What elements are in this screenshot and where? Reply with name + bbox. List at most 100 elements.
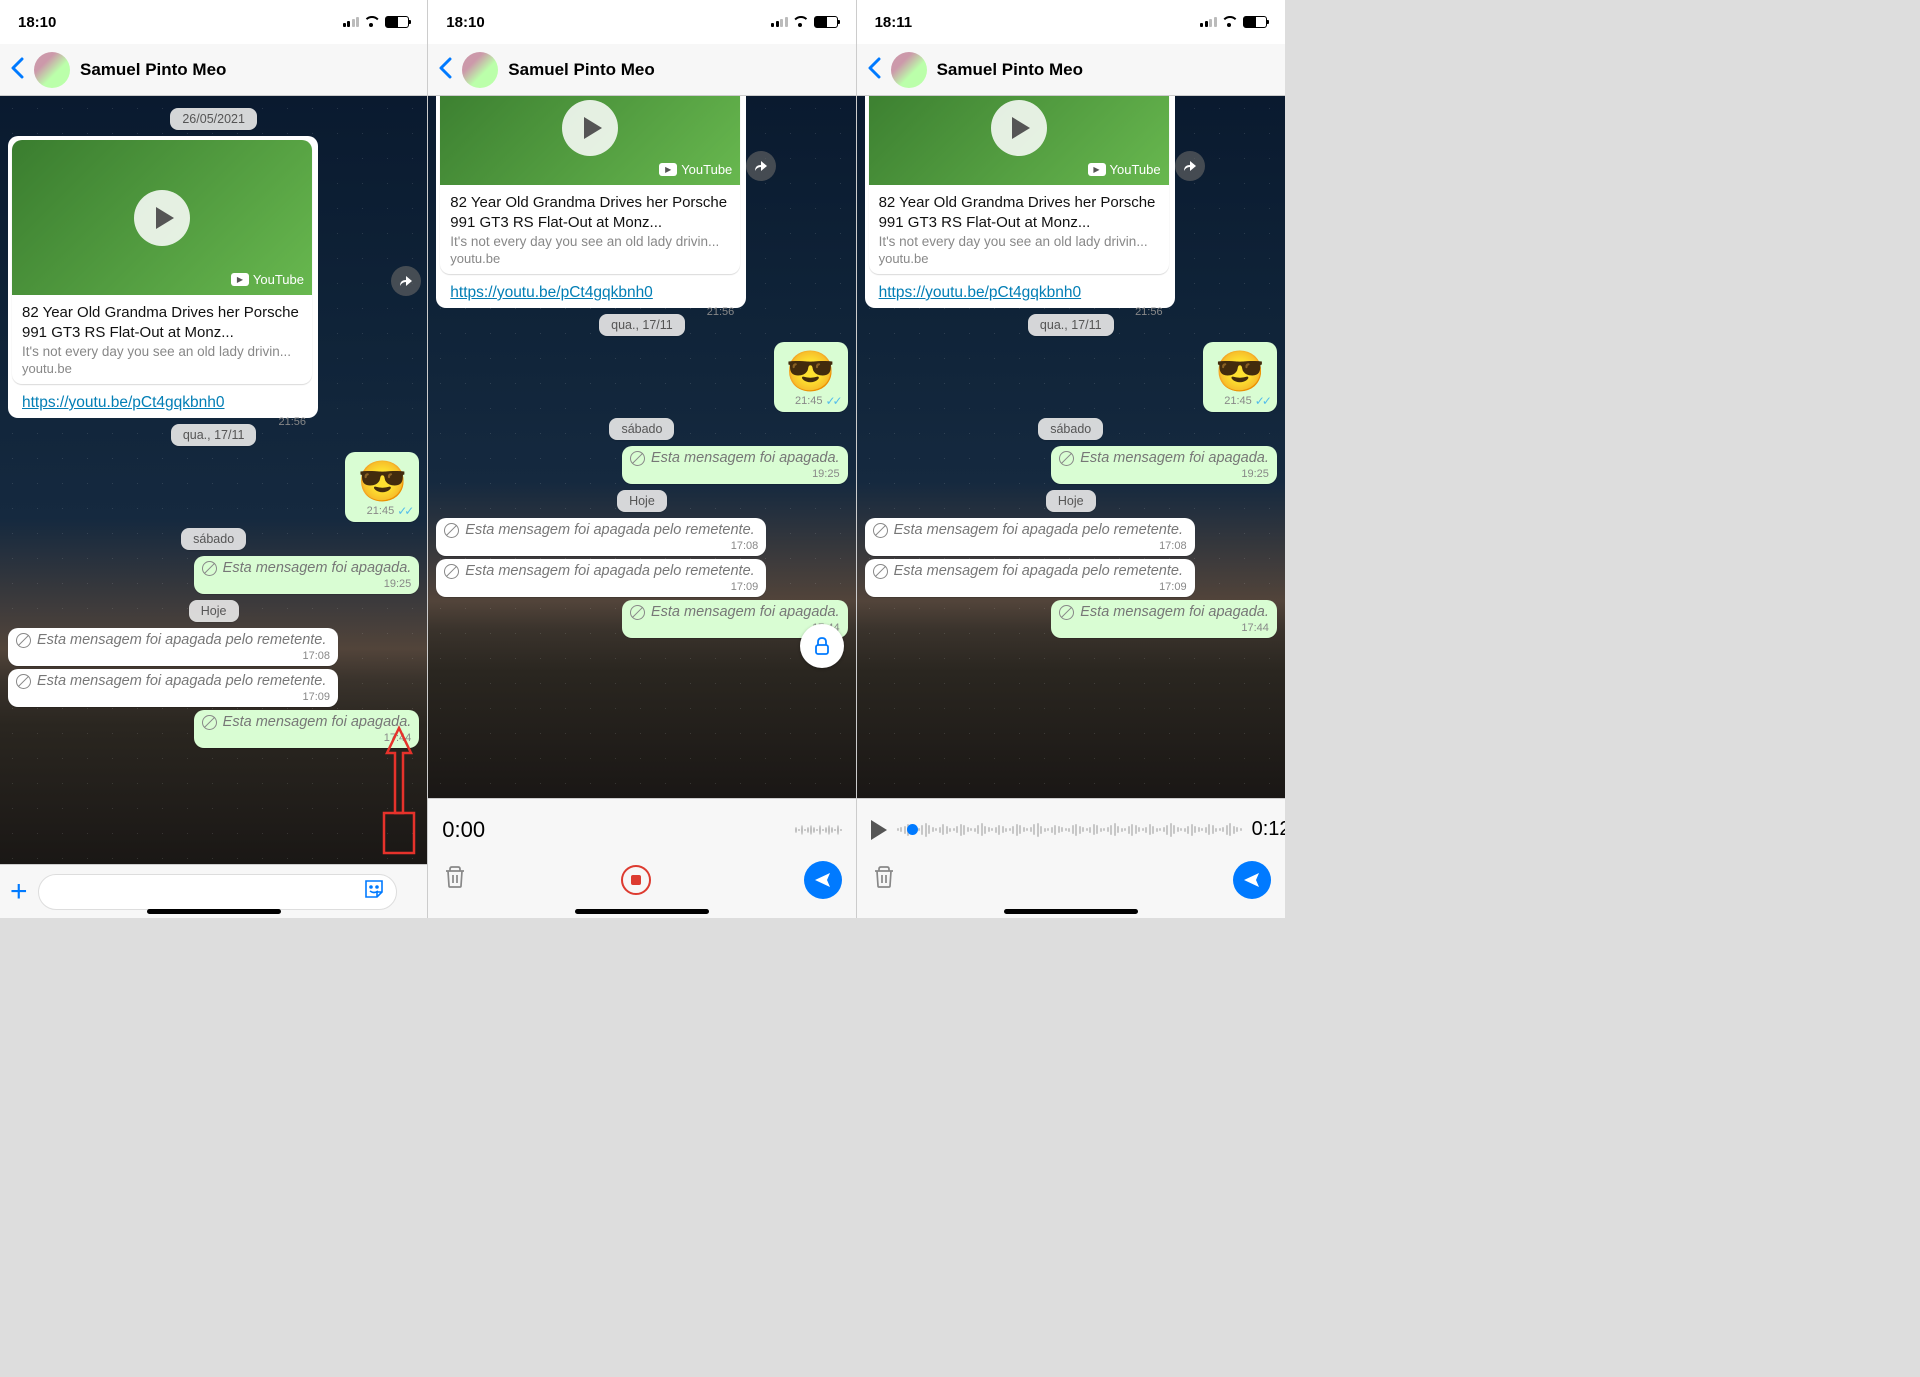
sent-message[interactable]: 😎 21:45✓✓ [345, 452, 419, 522]
signal-icon [1200, 17, 1217, 27]
back-button[interactable] [438, 54, 452, 86]
read-ticks-icon: ✓✓ [1255, 394, 1269, 408]
forward-button[interactable] [391, 266, 421, 296]
deleted-sent-message[interactable]: Esta mensagem foi apagada. 19:25 [194, 556, 420, 594]
play-icon [134, 190, 190, 246]
sent-message[interactable]: 😎 21:45✓✓ [774, 342, 848, 412]
playback-cursor[interactable] [907, 824, 918, 835]
contact-avatar[interactable] [462, 52, 498, 88]
deleted-received-message[interactable]: Esta mensagem foi apagada pelo remetente… [8, 628, 338, 666]
deleted-text: Esta mensagem foi apagada pelo remetente… [894, 522, 1183, 538]
prohibit-icon [444, 523, 459, 538]
message-time: 21:56 [699, 306, 743, 322]
attach-button[interactable]: + [10, 875, 28, 909]
status-time: 18:10 [446, 14, 484, 31]
deleted-received-message[interactable]: Esta mensagem foi apagada pelo remetente… [865, 559, 1195, 597]
delete-voice-button[interactable] [871, 864, 897, 895]
prohibit-icon [16, 674, 31, 689]
link-url[interactable]: https://youtu.be/pCt4gqkbnh0 [440, 278, 742, 304]
prohibit-icon [1059, 451, 1074, 466]
message-time: 21:56 [1127, 306, 1171, 322]
date-divider: sábado [609, 418, 674, 440]
link-url[interactable]: https://youtu.be/pCt4gqkbnh0 [12, 388, 314, 414]
deleted-received-message[interactable]: Esta mensagem foi apagada pelo remetente… [8, 669, 338, 707]
deleted-text: Esta mensagem foi apagada. [651, 604, 840, 620]
play-icon [562, 100, 618, 156]
link-thumbnail[interactable]: YouTube [440, 96, 740, 185]
stop-recording-button[interactable] [621, 865, 651, 895]
voice-waveform-track[interactable] [897, 816, 1242, 844]
contact-avatar[interactable] [891, 52, 927, 88]
prohibit-icon [444, 564, 459, 579]
contact-avatar[interactable] [34, 52, 70, 88]
date-divider: qua., 17/11 [599, 314, 685, 336]
date-divider: qua., 17/11 [171, 424, 257, 446]
back-button[interactable] [10, 54, 24, 86]
deleted-text: Esta mensagem foi apagada. [1080, 450, 1269, 466]
prohibit-icon [873, 523, 888, 538]
deleted-text: Esta mensagem foi apagada. [1080, 604, 1269, 620]
message-time: 17:08 [302, 650, 330, 662]
message-time: 19:25 [384, 578, 412, 590]
deleted-text: Esta mensagem foi apagada pelo remetente… [37, 632, 326, 648]
battery-icon [1243, 16, 1267, 28]
link-thumbnail[interactable]: YouTube [869, 96, 1169, 185]
emoji-content: 😎 [782, 346, 840, 392]
chat-header: Samuel Pinto Meo [0, 44, 427, 96]
deleted-received-message[interactable]: Esta mensagem foi apagada pelo remetente… [436, 518, 766, 556]
status-bar: 18:11 [857, 0, 1285, 44]
deleted-text: Esta mensagem foi apagada pelo remetente… [37, 673, 326, 689]
link-description: It's not every day you see an old lady d… [879, 234, 1159, 249]
date-divider: 26/05/2021 [170, 108, 257, 130]
link-thumbnail[interactable]: YouTube [12, 140, 312, 295]
prohibit-icon [630, 605, 645, 620]
date-divider: Hoje [189, 600, 239, 622]
signal-icon [343, 17, 360, 27]
delete-recording-button[interactable] [442, 864, 468, 895]
recording-elapsed: 0:00 [442, 817, 485, 843]
recording-bar: 0:00 [428, 798, 855, 918]
status-bar: 18:10 [428, 0, 855, 44]
date-divider: Hoje [617, 490, 667, 512]
deleted-text: Esta mensagem foi apagada pelo remetente… [894, 563, 1183, 579]
back-button[interactable] [867, 54, 881, 86]
sent-message[interactable]: 😎 21:45✓✓ [1203, 342, 1277, 412]
contact-name[interactable]: Samuel Pinto Meo [937, 60, 1245, 80]
forward-button[interactable] [746, 151, 776, 181]
chat-area[interactable]: 26/05/2021 YouTube 82 Year Old Grandma D… [857, 96, 1285, 798]
deleted-received-message[interactable]: Esta mensagem foi apagada pelo remetente… [865, 518, 1195, 556]
sticker-button[interactable] [362, 877, 386, 906]
message-time: 17:08 [1159, 540, 1187, 552]
forward-button[interactable] [1175, 151, 1205, 181]
date-divider: sábado [181, 528, 246, 550]
deleted-sent-message[interactable]: Esta mensagem foi apagada. 17:44 [1051, 600, 1277, 638]
message-input[interactable] [38, 874, 398, 910]
deleted-sent-message[interactable]: Esta mensagem foi apagada. 19:25 [1051, 446, 1277, 484]
play-preview-button[interactable] [871, 820, 887, 840]
deleted-sent-message[interactable]: Esta mensagem foi apagada. 17:44 [194, 710, 420, 748]
voice-duration: 0:12 [1252, 818, 1285, 841]
contact-name[interactable]: Samuel Pinto Meo [80, 60, 387, 80]
chat-area[interactable]: 26/05/2021 YouTube 82 Year Old Grandma D… [428, 96, 855, 798]
battery-icon [814, 16, 838, 28]
link-message-bubble[interactable]: YouTube 82 Year Old Grandma Drives her P… [865, 96, 1175, 308]
link-url[interactable]: https://youtu.be/pCt4gqkbnh0 [869, 278, 1171, 304]
status-time: 18:11 [875, 14, 913, 31]
send-button[interactable] [804, 861, 842, 899]
deleted-received-message[interactable]: Esta mensagem foi apagada pelo remetente… [436, 559, 766, 597]
link-message-bubble[interactable]: YouTube 82 Year Old Grandma Drives her P… [8, 136, 318, 418]
battery-icon [385, 16, 409, 28]
emoji-content: 😎 [1211, 346, 1269, 392]
home-indicator[interactable] [147, 909, 281, 914]
chat-area[interactable]: 26/05/2021 YouTube 82 Year Old Grandma D… [0, 96, 427, 864]
deleted-text: Esta mensagem foi apagada pelo remetente… [465, 522, 754, 538]
link-message-bubble[interactable]: YouTube 82 Year Old Grandma Drives her P… [436, 96, 746, 308]
contact-name[interactable]: Samuel Pinto Meo [508, 60, 815, 80]
deleted-sent-message[interactable]: Esta mensagem foi apagada. 19:25 [622, 446, 848, 484]
lock-recording-button[interactable] [800, 624, 844, 668]
send-button[interactable] [1233, 861, 1271, 899]
deleted-text: Esta mensagem foi apagada. [651, 450, 840, 466]
home-indicator[interactable] [1004, 909, 1138, 914]
home-indicator[interactable] [575, 909, 709, 914]
wifi-icon [793, 16, 809, 28]
